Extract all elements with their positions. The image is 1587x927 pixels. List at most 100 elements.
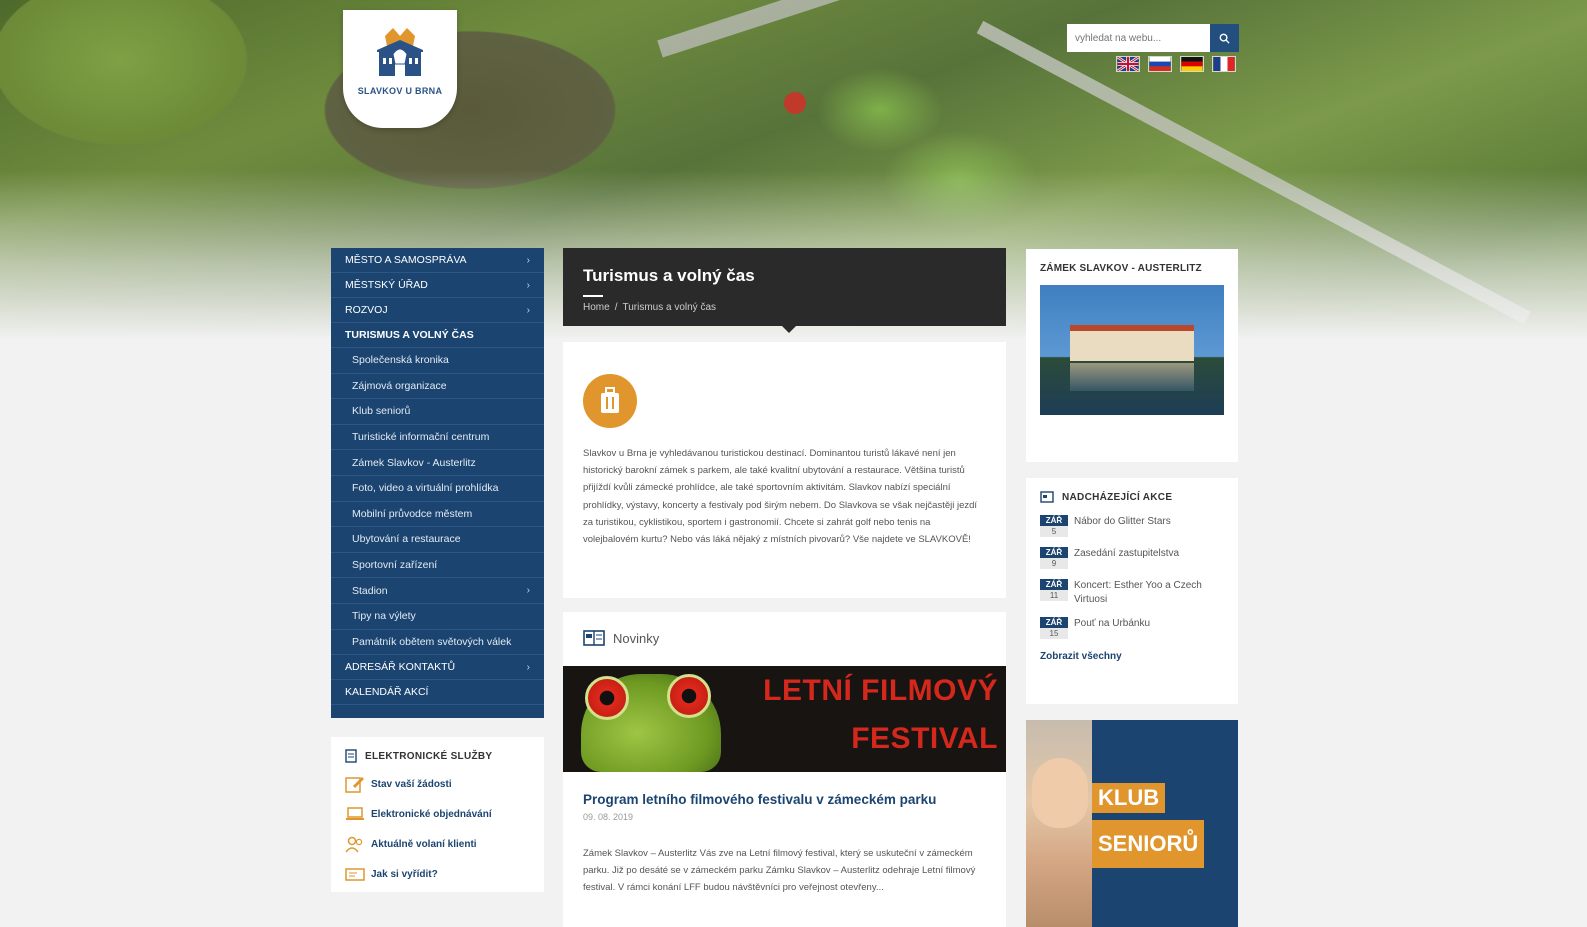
event-item[interactable]: ZÁŘ 11 Koncert: Esther Yoo a Czech Virtuos… (1040, 579, 1224, 607)
event-item[interactable]: ZÁŘ 5 Nábor do Glitter Stars (1040, 515, 1224, 537)
nav-item-label: Ubytování a restaurace (352, 533, 461, 546)
breadcrumb-separator: / (614, 302, 618, 313)
events-title-text: Nadcházející akce (1062, 491, 1173, 503)
eservices-title-text: Elektronické služby (365, 750, 493, 762)
frog-eye (585, 676, 629, 720)
festival-banner[interactable]: LETNÍ FILMOVÝ FESTIVAL (563, 666, 1006, 772)
nav-subitem[interactable]: Turistické informační centrum (331, 425, 544, 451)
castle-box[interactable]: Zámek Slavkov - Austerlitz (1026, 249, 1238, 462)
seniors-club-banner[interactable]: KLUB SENIORŮ (1026, 720, 1238, 927)
event-date-badge: ZÁŘ 11 (1040, 579, 1068, 607)
eservices-box: Elektronické služby Stav vaší žádosti El… (331, 737, 544, 892)
hero-tower (784, 92, 806, 114)
nav-subitem[interactable]: Sportovní zařízení (331, 553, 544, 579)
event-day: 11 (1040, 590, 1068, 601)
search-input[interactable] (1067, 24, 1210, 52)
event-month: ZÁŘ (1040, 579, 1068, 590)
nav-subitem[interactable]: Tipy na výlety (331, 604, 544, 630)
castle-reflection (1070, 363, 1194, 391)
news-section: Novinky LETNÍ FILMOVÝ FESTIVAL Program l… (563, 612, 1006, 927)
event-day: 15 (1040, 628, 1068, 639)
event-name: Pouť na Urbánku (1074, 618, 1151, 629)
seniors-line1: KLUB (1092, 783, 1166, 813)
event-name: Nábor do Glitter Stars (1074, 516, 1171, 527)
edit-icon (345, 777, 364, 793)
de-flag-icon[interactable] (1180, 56, 1204, 72)
nav-item-label: Společenská kronika (352, 354, 449, 367)
fr-flag-icon[interactable] (1212, 56, 1236, 72)
frog-eye (667, 674, 711, 718)
nav-item-label: Kalendář akcí (345, 686, 429, 699)
eservice-clients-link[interactable]: Aktuálně volaní klienti (345, 835, 530, 853)
nav-subitem[interactable]: Zájmová organizace (331, 374, 544, 400)
events-list: ZÁŘ 5 Nábor do Glitter Stars ZÁŘ 9 Zasedání z… (1040, 515, 1224, 639)
news-title: Novinky (563, 612, 1006, 646)
nav-item-label: Turismus a volný čas (345, 329, 474, 341)
intro-box: Slavkov u Brna je vyhledávanou turistick… (563, 342, 1006, 598)
seniors-line2: SENIORŮ (1092, 820, 1205, 868)
calendar-icon (1040, 491, 1054, 503)
nav-item-label: Památník obětem světových válek (352, 635, 512, 648)
senior-photo (1026, 720, 1092, 927)
gb-flag-icon[interactable] (1116, 56, 1140, 72)
page-title: Turismus a volný čas (583, 266, 755, 285)
news-headline[interactable]: Program letního filmového festivalu v zá… (583, 792, 936, 807)
nav-item-label: Foto, video a virtuální prohlídka (352, 482, 499, 495)
castle-photo (1040, 285, 1224, 415)
eservice-status-link[interactable]: Stav vaší žádosti (345, 775, 530, 793)
event-day: 5 (1040, 526, 1068, 537)
eservice-label: Stav vaší žádosti (371, 778, 452, 790)
chevron-right-icon: › (526, 304, 530, 316)
nav-item-label: Sportovní zařízení (352, 559, 438, 572)
search-button[interactable] (1210, 24, 1239, 52)
nav-item[interactable]: Adresář kontaktů › (331, 655, 544, 681)
newspaper-icon (583, 630, 605, 646)
nav-item[interactable]: Rozvoj › (331, 298, 544, 323)
intro-text: Slavkov u Brna je vyhledávanou turistick… (583, 448, 978, 546)
language-flags (1116, 56, 1236, 72)
event-name: Koncert: Esther Yoo a Czech Virtuosi (1074, 580, 1202, 605)
logo-text: SLAVKOV U BRNA (357, 86, 443, 96)
nav-item-active[interactable]: Turismus a volný čas (331, 323, 544, 348)
nav-item[interactable]: Město a samospráva › (331, 248, 544, 273)
eservice-label: Elektronické objednávání (371, 808, 492, 820)
nav-item-label: Adresář kontaktů (345, 661, 456, 674)
events-show-all-link[interactable]: Zobrazit všechny (1040, 651, 1224, 662)
event-item[interactable]: ZÁŘ 9 Zasedání zastupitelstva (1040, 547, 1224, 569)
nav-subitem[interactable]: Památník obětem světových válek (331, 630, 544, 656)
breadcrumb-home[interactable]: Home (583, 302, 610, 313)
event-name: Zasedání zastupitelstva (1074, 548, 1180, 559)
header-notch (782, 326, 796, 333)
eservice-booking-link[interactable]: Elektronické objednávání (345, 805, 530, 823)
eservice-howto-link[interactable]: Jak si vyřídit? (345, 865, 530, 883)
nav-item-label: Zámek Slavkov - Austerlitz (352, 456, 476, 469)
event-item[interactable]: ZÁŘ 15 Pouť na Urbánku (1040, 617, 1224, 639)
breadcrumb-current: Turismus a volný čas (622, 302, 717, 313)
nav-subitem[interactable]: Společenská kronika (331, 348, 544, 374)
left-navigation: Město a samospráva › Městský úřad › Rozvoj › T… (331, 248, 544, 718)
nav-item-label: Turistické informační centrum (352, 431, 490, 444)
id-card-icon (345, 868, 365, 881)
chevron-right-icon: › (526, 254, 530, 266)
nav-subitem[interactable]: Klub seniorů (331, 399, 544, 425)
event-date-badge: ZÁŘ 15 (1040, 617, 1068, 639)
eservices-title: Elektronické služby (345, 749, 530, 763)
nav-subitem[interactable]: Ubytování a restaurace (331, 527, 544, 553)
title-underline (583, 295, 603, 297)
ru-flag-icon[interactable] (1148, 56, 1172, 72)
nav-item-label: Město a samospráva (345, 254, 467, 266)
events-box: Nadcházející akce ZÁŘ 5 Nábor do Glitter S… (1026, 478, 1238, 704)
nav-item-label: Mobilní průvodce městem (352, 507, 473, 520)
nav-subitem[interactable]: Foto, video a virtuální prohlídka (331, 476, 544, 502)
nav-subitem[interactable]: Zámek Slavkov - Austerlitz (331, 450, 544, 476)
nav-subitem[interactable]: Stadion › (331, 578, 544, 604)
site-logo[interactable]: SLAVKOV U BRNA (343, 10, 457, 128)
nav-item[interactable]: Městský úřad › (331, 273, 544, 298)
document-icon (345, 749, 357, 763)
chevron-right-icon: › (526, 661, 530, 673)
news-title-text: Novinky (613, 630, 660, 646)
news-date: 09. 08. 2019 (583, 812, 634, 822)
nav-subitem[interactable]: Mobilní průvodce městem (331, 502, 544, 528)
nav-item[interactable]: Kalendář akcí (331, 680, 544, 706)
luggage-icon (583, 374, 637, 428)
